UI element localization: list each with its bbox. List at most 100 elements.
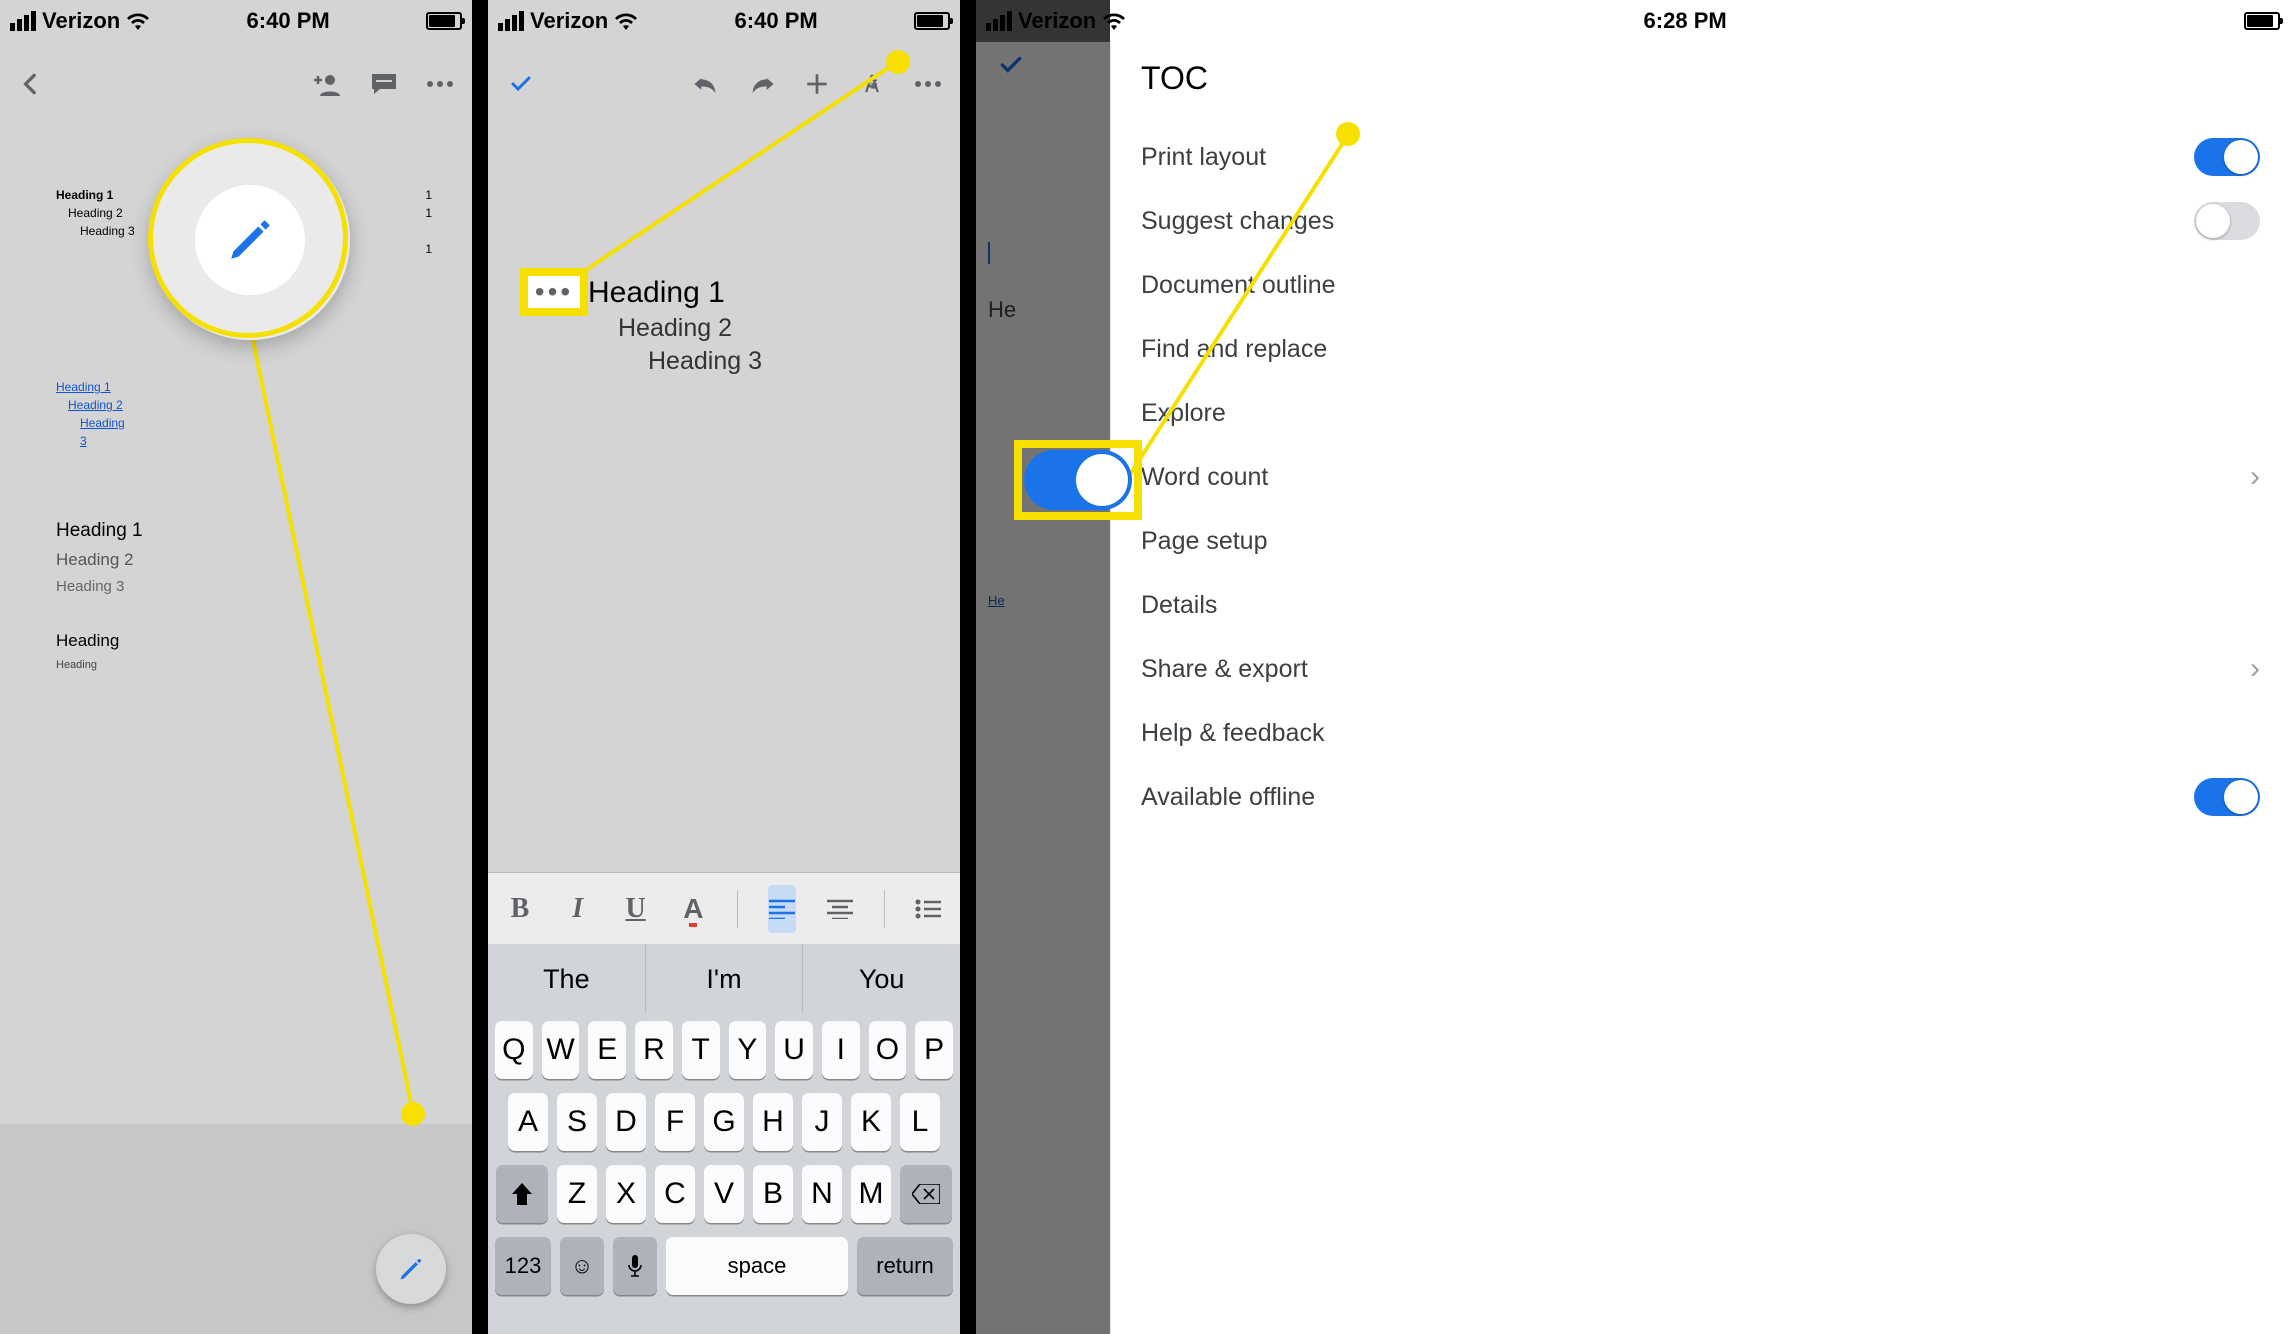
key-return[interactable]: return <box>857 1237 953 1295</box>
chevron-right-icon: › <box>2250 652 2260 686</box>
text-format-icon[interactable] <box>858 71 886 97</box>
toc-h2: Heading 2 <box>56 204 135 222</box>
battery-icon <box>2244 12 2280 30</box>
back-icon[interactable] <box>18 71 44 97</box>
toc-link[interactable]: Heading 2 <box>56 396 432 414</box>
key-shift[interactable] <box>496 1165 548 1223</box>
plus-icon[interactable] <box>804 71 830 97</box>
toc-h3: Heading 3 <box>56 222 135 240</box>
modal-overlay[interactable] <box>976 0 1110 1334</box>
key-m[interactable]: M <box>851 1165 891 1223</box>
key-j[interactable]: J <box>802 1093 842 1151</box>
battery-icon <box>914 12 950 30</box>
suggestion[interactable]: The <box>488 944 646 1014</box>
key-p[interactable]: P <box>915 1021 953 1079</box>
bullet-list-button[interactable] <box>914 885 942 933</box>
key-t[interactable]: T <box>682 1021 720 1079</box>
key-space[interactable]: space <box>666 1237 848 1295</box>
key-v[interactable]: V <box>704 1165 744 1223</box>
screen-toc-panel: Verizon 6:28 PM He He TOC Print layoutSu… <box>976 0 2290 1334</box>
annotation-more-zoom: ••• <box>520 268 588 316</box>
wifi-icon <box>614 12 638 30</box>
wifi-icon <box>126 12 150 30</box>
key-r[interactable]: R <box>635 1021 673 1079</box>
key-c[interactable]: C <box>655 1165 695 1223</box>
key-w[interactable]: W <box>542 1021 580 1079</box>
annotation-toggle-zoom <box>1014 440 1142 520</box>
menu-word-count[interactable]: Word count› <box>1141 445 2260 509</box>
align-left-button[interactable] <box>768 885 796 933</box>
suggestion[interactable]: I'm <box>646 944 804 1014</box>
key-h[interactable]: H <box>753 1093 793 1151</box>
menu-find-and-replace[interactable]: Find and replace <box>1141 317 2260 381</box>
key-emoji[interactable]: ☺ <box>560 1237 604 1295</box>
menu-print-layout[interactable]: Print layout <box>1141 125 2260 189</box>
status-time: 6:28 PM <box>1644 8 1727 34</box>
overflow-panel: TOC Print layoutSuggest changesDocument … <box>1110 42 2290 1334</box>
align-center-button[interactable] <box>826 885 854 933</box>
status-time: 6:40 PM <box>247 8 330 34</box>
chevron-right-icon: › <box>2250 460 2260 494</box>
menu-help-feedback[interactable]: Help & feedback <box>1141 701 2260 765</box>
key-o[interactable]: O <box>869 1021 907 1079</box>
key-z[interactable]: Z <box>557 1165 597 1223</box>
heading-2: Heading 2 <box>618 314 930 343</box>
key-g[interactable]: G <box>704 1093 744 1151</box>
heading: Heading <box>56 631 432 651</box>
status-time: 6:40 PM <box>735 8 818 34</box>
italic-button[interactable]: I <box>564 885 592 933</box>
keyboard[interactable]: The I'm You QWERTYUIOP ASDFGHJKL ZXCVBNM… <box>488 944 960 1334</box>
add-person-icon[interactable] <box>310 71 342 97</box>
key-a[interactable]: A <box>508 1093 548 1151</box>
toolbar <box>0 42 472 126</box>
comment-icon[interactable] <box>370 71 398 97</box>
key-backspace[interactable] <box>900 1165 952 1223</box>
key-e[interactable]: E <box>588 1021 626 1079</box>
edit-fab[interactable] <box>376 1234 446 1304</box>
heading-2: Heading 2 <box>56 550 432 570</box>
key-f[interactable]: F <box>655 1093 695 1151</box>
toggle[interactable] <box>2194 138 2260 176</box>
toggle[interactable] <box>2194 202 2260 240</box>
check-icon[interactable] <box>506 72 536 96</box>
more-icon[interactable] <box>914 71 942 97</box>
suggestion[interactable]: You <box>803 944 960 1014</box>
menu-document-outline[interactable]: Document outline <box>1141 253 2260 317</box>
key-u[interactable]: U <box>775 1021 813 1079</box>
suggestion-bar[interactable]: The I'm You <box>488 944 960 1014</box>
bold-button[interactable]: B <box>506 885 534 933</box>
key-i[interactable]: I <box>822 1021 860 1079</box>
key-n[interactable]: N <box>802 1165 842 1223</box>
menu-share-export[interactable]: Share & export› <box>1141 637 2260 701</box>
heading-sub: Heading <box>56 659 432 671</box>
key-s[interactable]: S <box>557 1093 597 1151</box>
key-123[interactable]: 123 <box>495 1237 551 1295</box>
menu-explore[interactable]: Explore <box>1141 381 2260 445</box>
status-bar: Verizon 6:40 PM <box>488 0 960 42</box>
menu-page-setup[interactable]: Page setup <box>1141 509 2260 573</box>
key-l[interactable]: L <box>900 1093 940 1151</box>
menu-available-offline[interactable]: Available offline <box>1141 765 2260 829</box>
menu-details[interactable]: Details <box>1141 573 2260 637</box>
key-x[interactable]: X <box>606 1165 646 1223</box>
undo-icon[interactable] <box>692 73 720 95</box>
more-icon[interactable] <box>426 71 454 97</box>
text-color-button[interactable]: A <box>679 885 707 933</box>
toc-link[interactable]: 3 <box>56 432 432 450</box>
key-d[interactable]: D <box>606 1093 646 1151</box>
redo-icon[interactable] <box>748 73 776 95</box>
toc-link[interactable]: Heading 1 <box>56 378 432 396</box>
key-y[interactable]: Y <box>729 1021 767 1079</box>
underline-button[interactable]: U <box>622 885 650 933</box>
heading-1: Heading 1 <box>56 520 432 542</box>
key-q[interactable]: Q <box>495 1021 533 1079</box>
menu-suggest-changes[interactable]: Suggest changes <box>1141 189 2260 253</box>
key-mic[interactable] <box>613 1237 657 1295</box>
pencil-icon <box>397 1255 425 1283</box>
toggle[interactable] <box>2194 778 2260 816</box>
toc-link[interactable]: Heading <box>56 414 432 432</box>
key-b[interactable]: B <box>753 1165 793 1223</box>
screen-edit-mode: Verizon 6:40 PM Heading 1 Heading 2 Head… <box>488 0 960 1334</box>
document-body[interactable]: Heading 1 Heading 2 Heading 3 <box>488 126 960 396</box>
key-k[interactable]: K <box>851 1093 891 1151</box>
